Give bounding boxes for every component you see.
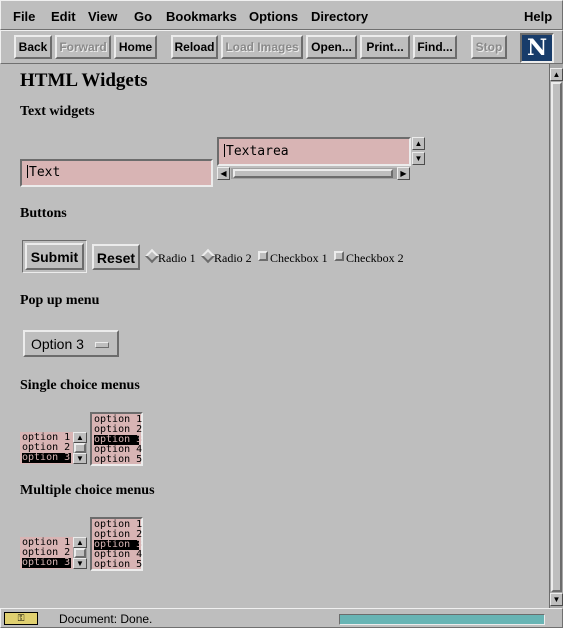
menu-bar: File Edit View Go Bookmarks Options Dire…	[0, 0, 563, 30]
page-scroll-down-icon[interactable]: ▼	[550, 593, 563, 606]
single-choice-b-option[interactable]: option 5	[94, 455, 142, 465]
submit-default-ring: Submit	[22, 240, 87, 273]
popup-selected: Option 3	[31, 336, 84, 352]
checkbox-2[interactable]	[334, 251, 344, 261]
scroll-up-icon[interactable]: ▲	[73, 432, 87, 443]
menu-options[interactable]: Options	[249, 9, 298, 24]
text-widgets-heading: Text widgets	[20, 104, 95, 119]
home-button[interactable]: Home	[114, 35, 157, 59]
multiple-choice-heading: Multiple choice menus	[20, 483, 155, 498]
open-button[interactable]: Open...	[306, 35, 357, 59]
scroll-up-icon[interactable]: ▲	[73, 537, 87, 548]
radio-1-label: Radio 1	[158, 251, 196, 265]
menu-edit[interactable]: Edit	[51, 9, 76, 24]
popup-indicator-icon	[95, 342, 109, 348]
menu-view[interactable]: View	[88, 9, 117, 24]
textarea-hscroll-thumb[interactable]	[233, 169, 393, 178]
find-button[interactable]: Find...	[413, 35, 457, 59]
scroll-thumb[interactable]	[74, 443, 86, 453]
stop-button[interactable]: Stop	[471, 35, 507, 59]
menu-bookmarks[interactable]: Bookmarks	[166, 9, 237, 24]
textarea-scroll-up-icon[interactable]: ▲	[412, 137, 425, 150]
menu-help[interactable]: Help	[524, 9, 552, 24]
scroll-down-icon[interactable]: ▼	[73, 453, 87, 464]
multiple-choice-list-a[interactable]: option 1 option 2 option 3	[20, 537, 73, 569]
radio-1[interactable]	[144, 248, 160, 264]
status-bar: ⚿ Document: Done.	[0, 608, 563, 628]
single-choice-heading: Single choice menus	[20, 378, 140, 393]
scroll-down-icon[interactable]: ▼	[73, 558, 87, 569]
textarea-scroll-down-icon[interactable]: ▼	[412, 152, 425, 165]
checkbox-2-label: Checkbox 2	[346, 251, 404, 265]
back-button[interactable]: Back	[14, 35, 52, 59]
scroll-thumb[interactable]	[74, 548, 86, 558]
popup-menu[interactable]: Option 3	[23, 330, 119, 357]
print-button[interactable]: Print...	[360, 35, 410, 59]
textarea-scroll-left-icon[interactable]: ◀	[217, 167, 230, 180]
textarea-caret	[224, 144, 225, 157]
reload-button[interactable]: Reload	[171, 35, 218, 59]
toolbar: Back Forward Home Reload Load Images Ope…	[0, 30, 563, 64]
menu-directory[interactable]: Directory	[311, 9, 368, 24]
text-input[interactable]: Text	[20, 159, 213, 187]
load-images-button[interactable]: Load Images	[221, 35, 303, 59]
textarea-value: Textarea	[226, 144, 289, 159]
checkbox-1[interactable]	[258, 251, 268, 261]
menu-go[interactable]: Go	[134, 9, 152, 24]
checkbox-1-label: Checkbox 1	[270, 251, 328, 265]
single-choice-list-a-scrollbar[interactable]: ▲ ▼	[73, 432, 87, 464]
textarea-hscroll-track[interactable]	[231, 168, 397, 179]
page-content: HTML Widgets Text widgets Text Textarea …	[0, 64, 549, 608]
radio-2-label: Radio 2	[214, 251, 252, 265]
page-scroll-up-icon[interactable]: ▲	[550, 68, 563, 81]
text-caret	[27, 165, 28, 178]
radio-2[interactable]	[200, 248, 216, 264]
single-choice-list-a[interactable]: option 1 option 2 option 3	[20, 432, 73, 464]
netscape-logo-icon: N	[520, 33, 554, 63]
single-choice-a-option[interactable]: option 3	[22, 453, 71, 463]
page-title: HTML Widgets	[20, 70, 148, 91]
text-input-value: Text	[29, 165, 61, 180]
popup-heading: Pop up menu	[20, 293, 100, 308]
textarea[interactable]: Textarea	[217, 137, 411, 166]
forward-button[interactable]: Forward	[55, 35, 111, 59]
multiple-choice-list-a-scrollbar[interactable]: ▲ ▼	[73, 537, 87, 569]
multiple-choice-list-b[interactable]: option 1 option 2 option 3 option 4 option 5	[90, 517, 143, 571]
security-key-icon[interactable]: ⚿	[4, 612, 38, 625]
progress-bar	[339, 614, 545, 625]
page-vscrollbar[interactable]: ▲ ▼	[549, 64, 563, 608]
submit-button[interactable]: Submit	[25, 243, 84, 270]
textarea-scroll-right-icon[interactable]: ▶	[397, 167, 410, 180]
single-choice-list-b[interactable]: option 1 option 2 option 3 option 4 option 5	[90, 412, 143, 466]
multiple-choice-a-option[interactable]: option 3	[22, 558, 71, 568]
buttons-heading: Buttons	[20, 206, 67, 221]
multiple-choice-b-option[interactable]: option 5	[94, 560, 142, 570]
status-text: Document: Done.	[59, 612, 153, 626]
page-scroll-thumb[interactable]	[551, 82, 562, 592]
reset-button[interactable]: Reset	[92, 244, 140, 270]
menu-file[interactable]: File	[13, 9, 35, 24]
